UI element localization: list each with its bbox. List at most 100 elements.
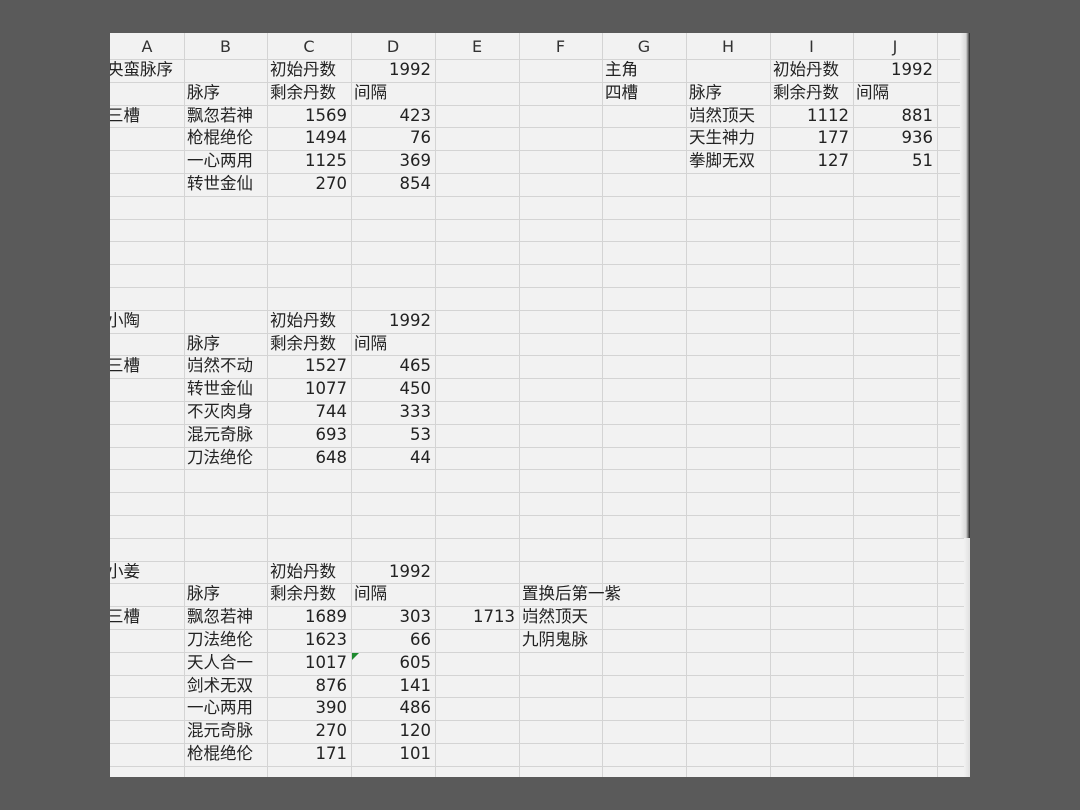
gap-value-cell[interactable]: 76 <box>351 127 431 149</box>
remaining-value-cell[interactable]: 270 <box>267 720 348 742</box>
replacement-value-cell[interactable]: 1713 <box>435 606 515 628</box>
mai-name-cell[interactable]: 一心两用 <box>187 697 253 719</box>
remaining-value-cell[interactable]: 171 <box>267 743 348 765</box>
remaining-value-cell[interactable]: 177 <box>770 127 850 149</box>
remaining-value-cell[interactable]: 1017 <box>267 652 347 674</box>
gap-value-cell[interactable]: 120 <box>351 720 432 742</box>
gap-value-cell[interactable]: 303 <box>351 606 432 628</box>
init-label-cell[interactable]: 初始丹数 <box>270 310 336 332</box>
mai-name-cell[interactable]: 天人合一 <box>187 652 253 674</box>
block-name-cell[interactable]: 小陶 <box>110 310 140 332</box>
header-gap-cell[interactable]: 间隔 <box>856 82 889 104</box>
mai-name-cell[interactable]: 飘忽若神 <box>187 105 253 127</box>
gap-value-cell[interactable]: 423 <box>351 105 432 127</box>
mai-name-cell[interactable]: 一心两用 <box>187 150 253 172</box>
mai-name-cell[interactable]: 混元奇脉 <box>187 720 253 742</box>
mai-name-cell[interactable]: 天生神力 <box>689 127 755 149</box>
slot-cell[interactable]: 四槽 <box>605 82 638 104</box>
remaining-value-cell[interactable]: 390 <box>267 697 348 719</box>
header-gap-cell[interactable]: 间隔 <box>354 333 387 355</box>
mai-name-cell[interactable]: 混元奇脉 <box>187 424 253 446</box>
slot-cell[interactable]: 三槽 <box>110 606 140 628</box>
init-value-cell[interactable]: 1992 <box>351 561 431 583</box>
init-label-cell[interactable]: 初始丹数 <box>270 59 336 81</box>
remaining-value-cell[interactable]: 744 <box>267 401 348 423</box>
header-mai-cell[interactable]: 脉序 <box>187 333 220 355</box>
header-remaining-cell[interactable]: 剩余丹数 <box>270 333 336 355</box>
remaining-value-cell[interactable]: 1689 <box>267 606 347 628</box>
header-mai-cell[interactable]: 脉序 <box>689 82 722 104</box>
replacement-item-cell[interactable]: 九阴鬼脉 <box>522 629 588 651</box>
gap-value-cell[interactable]: 66 <box>351 629 431 651</box>
column-header-h[interactable]: H <box>686 38 770 56</box>
remaining-value-cell[interactable]: 1623 <box>267 629 347 651</box>
mai-name-cell[interactable]: 枪棍绝伦 <box>187 127 253 149</box>
remaining-value-cell[interactable]: 270 <box>267 173 348 195</box>
remaining-value-cell[interactable]: 1125 <box>267 150 347 172</box>
block-name-cell[interactable]: 主角 <box>605 59 638 81</box>
gap-value-cell[interactable]: 53 <box>351 424 431 446</box>
column-header-j[interactable]: J <box>853 38 937 56</box>
spreadsheet-grid[interactable]: A B C D E F G H I J 央蛮脉序 初始丹数 1992 脉序 剩余丹数 间隔 三槽 飘忽若神 1569… <box>110 33 970 777</box>
slot-cell[interactable]: 三槽 <box>110 355 140 377</box>
mai-name-cell[interactable]: 枪棍绝伦 <box>187 743 253 765</box>
init-value-cell[interactable]: 1992 <box>351 59 431 81</box>
column-header-i[interactable]: I <box>770 38 853 56</box>
gap-value-cell[interactable]: 854 <box>351 173 432 195</box>
column-header-b[interactable]: B <box>184 38 267 56</box>
replacement-item-cell[interactable]: 岿然顶天 <box>522 606 588 628</box>
gap-value-cell[interactable]: 44 <box>351 447 431 469</box>
mai-name-cell[interactable]: 转世金仙 <box>187 173 253 195</box>
mai-name-cell[interactable]: 剑术无双 <box>187 675 253 697</box>
header-gap-cell[interactable]: 间隔 <box>354 82 387 104</box>
gap-value-cell[interactable]: 333 <box>351 401 432 423</box>
remaining-value-cell[interactable]: 1569 <box>267 105 347 127</box>
block-name-cell[interactable]: 央蛮脉序 <box>110 59 173 81</box>
gap-value-cell[interactable]: 369 <box>351 150 432 172</box>
column-header-a[interactable]: A <box>110 38 184 56</box>
gap-value-cell[interactable]: 605 <box>351 652 432 674</box>
mai-name-cell[interactable]: 岿然顶天 <box>689 105 755 127</box>
mai-name-cell[interactable]: 不灭肉身 <box>187 401 253 423</box>
remaining-value-cell[interactable]: 648 <box>267 447 348 469</box>
remaining-value-cell[interactable]: 1112 <box>770 105 849 127</box>
column-header-f[interactable]: F <box>519 38 602 56</box>
replacement-title-cell[interactable]: 置换后第一紫 <box>522 583 621 605</box>
remaining-value-cell[interactable]: 693 <box>267 424 348 446</box>
remaining-value-cell[interactable]: 127 <box>770 150 850 172</box>
init-value-cell[interactable]: 1992 <box>853 59 933 81</box>
slot-cell[interactable]: 三槽 <box>110 105 140 127</box>
gap-value-cell[interactable]: 450 <box>351 378 432 400</box>
gap-value-cell[interactable]: 101 <box>351 743 432 765</box>
comment-indicator-icon[interactable] <box>352 652 359 660</box>
remaining-value-cell[interactable]: 1077 <box>267 378 347 400</box>
remaining-value-cell[interactable]: 1494 <box>267 127 347 149</box>
column-header-d[interactable]: D <box>351 38 435 56</box>
gap-value-cell[interactable]: 936 <box>853 127 934 149</box>
init-value-cell[interactable]: 1992 <box>351 310 431 332</box>
mai-name-cell[interactable]: 刀法绝伦 <box>187 447 253 469</box>
mai-name-cell[interactable]: 转世金仙 <box>187 378 253 400</box>
header-remaining-cell[interactable]: 剩余丹数 <box>270 583 336 605</box>
remaining-value-cell[interactable]: 876 <box>267 675 348 697</box>
gap-value-cell[interactable]: 486 <box>351 697 432 719</box>
init-label-cell[interactable]: 初始丹数 <box>270 561 336 583</box>
header-remaining-cell[interactable]: 剩余丹数 <box>270 82 336 104</box>
header-gap-cell[interactable]: 间隔 <box>354 583 387 605</box>
column-header-c[interactable]: C <box>267 38 351 56</box>
header-mai-cell[interactable]: 脉序 <box>187 82 220 104</box>
gap-value-cell[interactable]: 141 <box>351 675 432 697</box>
mai-name-cell[interactable]: 岿然不动 <box>187 355 253 377</box>
gap-value-cell[interactable]: 881 <box>853 105 934 127</box>
header-mai-cell[interactable]: 脉序 <box>187 583 220 605</box>
init-label-cell[interactable]: 初始丹数 <box>773 59 839 81</box>
mai-name-cell[interactable]: 拳脚无双 <box>689 150 755 172</box>
mai-name-cell[interactable]: 刀法绝伦 <box>187 629 253 651</box>
mai-name-cell[interactable]: 飘忽若神 <box>187 606 253 628</box>
block-name-cell[interactable]: 小姜 <box>110 561 140 583</box>
header-remaining-cell[interactable]: 剩余丹数 <box>773 82 839 104</box>
gap-value-cell[interactable]: 51 <box>853 150 933 172</box>
column-header-e[interactable]: E <box>435 38 519 56</box>
gap-value-cell[interactable]: 465 <box>351 355 432 377</box>
column-header-g[interactable]: G <box>602 38 686 56</box>
